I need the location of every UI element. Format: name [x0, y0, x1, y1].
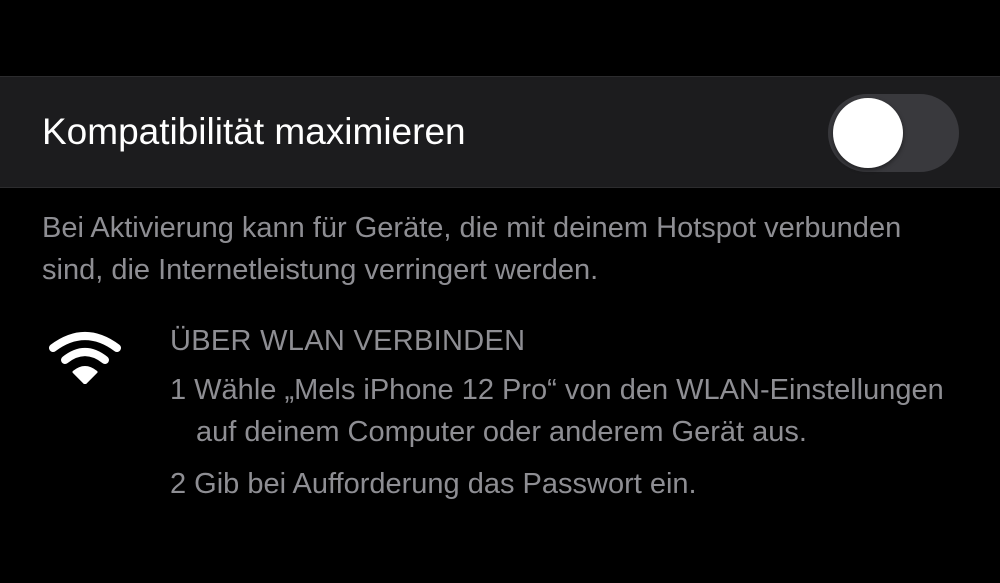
toggle-knob	[833, 98, 903, 168]
maximize-compatibility-row: Kompatibilität maximieren	[0, 76, 1000, 188]
wlan-section-title: ÜBER WLAN VERBINDEN	[170, 325, 526, 357]
wlan-step-2: 2 Gib bei Aufforderung das Passwort ein.	[170, 468, 697, 500]
wifi-arc-middle	[61, 348, 109, 364]
wifi-icon	[49, 332, 121, 384]
wifi-dot	[72, 366, 98, 384]
wlan-step-1: 1 Wähle „Mels iPhone 12 Pro“ von den WLA…	[170, 374, 944, 448]
maximize-compatibility-label: Kompatibilität maximieren	[42, 111, 466, 152]
wifi-arc-outer	[49, 332, 121, 352]
maximize-compatibility-toggle[interactable]	[828, 94, 959, 172]
wlan-instructions: ÜBER WLAN VERBINDEN 1 Wähle „Mels iPhone…	[170, 320, 990, 505]
compatibility-footer-note: Bei Aktivierung kann für Geräte, die mit…	[42, 212, 902, 286]
